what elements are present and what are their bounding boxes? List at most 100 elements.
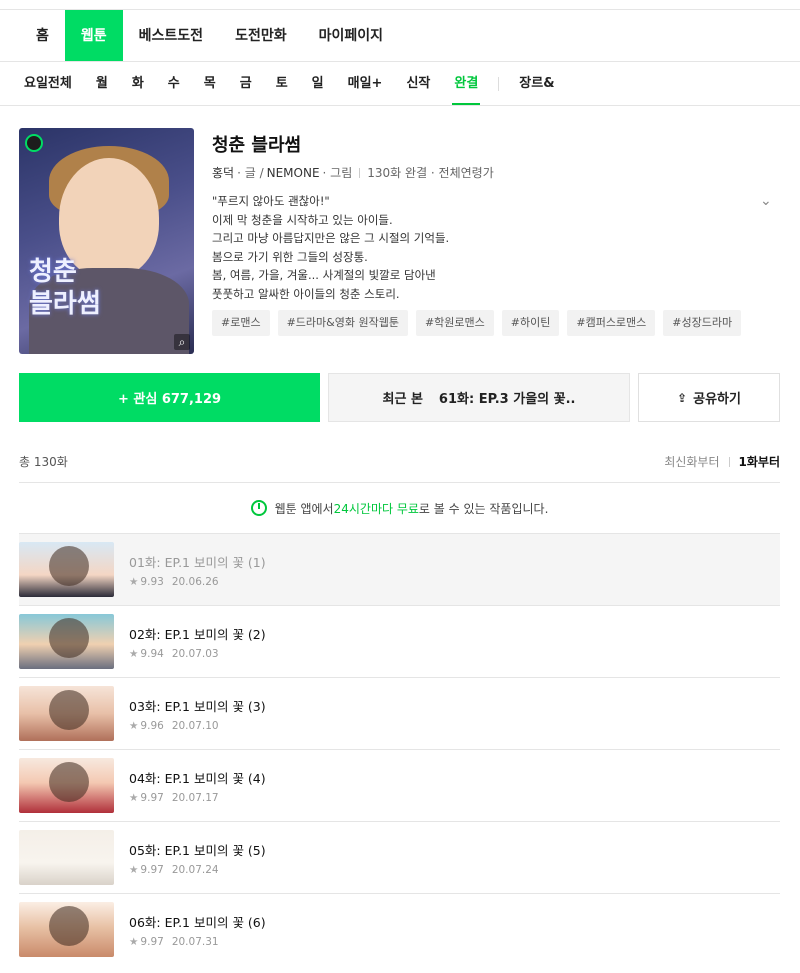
sub-nav-thu[interactable]: 목 — [192, 62, 228, 105]
favorite-button[interactable]: + 관심 677,129 — [19, 373, 320, 422]
tag-list: #로맨스 #드라마&영화 원작웹툰 #학원로맨스 #하이틴 #캠퍼스로맨스 #성… — [212, 310, 742, 336]
main-nav-best-challenge[interactable]: 베스트도전 — [123, 10, 219, 61]
magnifier-icon[interactable]: ⌕ — [174, 334, 190, 350]
artist-role: · 그림 — [322, 166, 353, 180]
sub-nav-genre[interactable]: 장르& — [507, 62, 566, 105]
episode-rating: 9.96 — [140, 719, 164, 732]
chevron-down-icon[interactable]: ⌄ — [760, 194, 774, 208]
author-name[interactable]: 홍덕 — [212, 164, 234, 181]
episode-title: 01화: EP.1 보미의 꽃 (1) — [129, 554, 266, 570]
star-icon: ★ — [129, 647, 139, 660]
free-clock-icon — [25, 134, 43, 152]
synopsis-line: 봄, 여름, 가을, 겨울... 사계절의 빛깔로 담아낸 — [212, 268, 436, 282]
free-notice: 웹툰 앱에서 24시간마다 무료 로 볼 수 있는 작품입니다. — [19, 482, 780, 533]
episode-title: 05화: EP.1 보미의 꽃 (5) — [129, 842, 266, 858]
free-notice-prefix: 웹툰 앱에서 — [274, 501, 334, 516]
recent-episode: 61화: EP.3 가을의 꽃.. — [438, 392, 576, 407]
main-nav: 홈 웹툰 베스트도전 도전만화 마이페이지 — [0, 10, 800, 62]
tag[interactable]: #로맨스 — [212, 310, 270, 336]
episode-thumbnail — [19, 614, 114, 669]
episode-title: 03화: EP.1 보미의 꽃 (3) — [129, 698, 266, 714]
episode-thumbnail — [19, 542, 114, 597]
main-nav-webtoon[interactable]: 웹툰 — [64, 10, 123, 61]
episode-title: 04화: EP.1 보미의 꽃 (4) — [129, 770, 266, 786]
star-icon: ★ — [129, 719, 139, 732]
episode-row[interactable]: 01화: EP.1 보미의 꽃 (1) ★ 9.93 20.06.26 — [19, 533, 780, 605]
sort-newest[interactable]: 최신화부터 — [664, 453, 719, 470]
star-icon: ★ — [129, 863, 139, 876]
episode-date: 20.07.31 — [171, 935, 219, 948]
clock-icon — [250, 500, 267, 516]
episode-row[interactable]: 04화: EP.1 보미의 꽃 (4) ★ 9.97 20.07.17 — [19, 749, 780, 821]
episode-list: 01화: EP.1 보미의 꽃 (1) ★ 9.93 20.06.26 02화: E… — [19, 533, 780, 965]
sub-nav-sat[interactable]: 토 — [264, 62, 300, 105]
main-nav-home[interactable]: 홈 — [20, 10, 65, 61]
episode-count-row: 총 130화 최신화부터 1화부터 — [19, 453, 780, 470]
episode-date: 20.07.03 — [171, 647, 219, 660]
sub-nav-daily-plus[interactable]: 매일+ — [336, 62, 395, 105]
episode-date: 20.07.17 — [171, 791, 219, 804]
meta-divider — [359, 167, 361, 178]
artist-name[interactable]: NEMONE — [267, 166, 320, 180]
episode-rating: 9.93 — [140, 575, 164, 588]
webtoon-cover[interactable]: 청춘 블라썸 ⌕ — [19, 128, 194, 354]
episode-date: 20.07.24 — [171, 863, 219, 876]
star-icon: ★ — [129, 575, 139, 588]
episode-row[interactable]: 02화: EP.1 보미의 꽃 (2) ★ 9.94 20.07.03 — [19, 605, 780, 677]
sort-divider — [728, 456, 730, 467]
sort-options: 최신화부터 1화부터 — [664, 453, 780, 470]
synopsis-line: 이제 막 청춘을 시작하고 있는 아이들. — [212, 212, 393, 227]
main-nav-challenge[interactable]: 도전만화 — [219, 10, 303, 61]
top-border — [0, 0, 800, 10]
share-icon: ⇪ — [677, 390, 688, 405]
episode-date: 20.06.26 — [171, 575, 219, 588]
recent-viewed-button[interactable]: 최근 본 61화: EP.3 가을의 꽃.. — [328, 373, 630, 422]
episode-rating: 9.94 — [140, 647, 164, 660]
tag[interactable]: #캠퍼스로맨스 — [567, 310, 656, 336]
episode-thumbnail — [19, 686, 114, 741]
episode-title: 02화: EP.1 보미의 꽃 (2) — [129, 626, 266, 642]
sub-nav-completed[interactable]: 완결 — [442, 62, 490, 105]
episode-title: 06화: EP.1 보미의 꽃 (6) — [129, 914, 266, 930]
episode-rating: 9.97 — [140, 791, 164, 804]
sub-nav-new[interactable]: 신작 — [394, 62, 442, 105]
author-role: · 글 / — [237, 166, 264, 180]
tag[interactable]: #학원로맨스 — [415, 310, 494, 336]
episode-rating: 9.97 — [140, 935, 164, 948]
episode-row[interactable]: 03화: EP.1 보미의 꽃 (3) ★ 9.96 20.07.10 — [19, 677, 780, 749]
action-bar: + 관심 677,129 최근 본 61화: EP.3 가을의 꽃.. ⇪ 공유… — [19, 373, 780, 422]
tag[interactable]: #드라마&영화 원작웹툰 — [277, 310, 408, 336]
sub-nav-divider — [498, 77, 500, 91]
sub-nav-mon[interactable]: 월 — [84, 62, 120, 105]
tag[interactable]: #하이틴 — [501, 310, 560, 336]
episode-date: 20.07.10 — [171, 719, 219, 732]
tag[interactable]: #성장드라마 — [663, 310, 742, 336]
synopsis-line: "푸르지 않아도 괜찮아!" — [212, 194, 330, 208]
sub-nav: 요일전체 월 화 수 목 금 토 일 매일+ 신작 완결 장르& — [0, 62, 800, 106]
cover-title-art: 청춘 블라썸 — [29, 257, 101, 319]
episode-thumbnail — [19, 902, 114, 957]
main-nav-mypage[interactable]: 마이페이지 — [303, 10, 399, 61]
star-icon: ★ — [129, 935, 139, 948]
episode-row[interactable]: 05화: EP.1 보미의 꽃 (5) ★ 9.97 20.07.24 — [19, 821, 780, 893]
episode-thumbnail — [19, 830, 114, 885]
sub-nav-wed[interactable]: 수 — [156, 62, 192, 105]
synopsis: "푸르지 않아도 괜찮아!" 이제 막 청춘을 시작하고 있는 아이들. 그리고… — [212, 192, 732, 303]
recent-label: 최근 본 — [382, 392, 423, 407]
sub-nav-fri[interactable]: 금 — [228, 62, 264, 105]
star-icon: ★ — [129, 791, 139, 804]
sub-nav-all-days[interactable]: 요일전체 — [12, 62, 84, 105]
sub-nav-sun[interactable]: 일 — [300, 62, 336, 105]
share-button[interactable]: ⇪ 공유하기 — [638, 373, 780, 422]
episode-rating: 9.97 — [140, 863, 164, 876]
free-notice-suffix: 로 볼 수 있는 작품입니다. — [418, 501, 549, 516]
sub-nav-tue[interactable]: 화 — [120, 62, 156, 105]
episode-thumbnail — [19, 758, 114, 813]
synopsis-line: 그리고 마냥 아름답지만은 않은 그 시절의 기억들. — [212, 231, 450, 245]
episode-row[interactable]: 06화: EP.1 보미의 꽃 (6) ★ 9.97 20.07.31 — [19, 893, 780, 965]
episode-total: 총 130화 — [19, 455, 68, 469]
webtoon-title: 청춘 블라썸 — [212, 135, 302, 156]
synopsis-line: 봄으로 가기 위한 그들의 성장통. — [212, 249, 368, 264]
webtoon-status: 130화 완결 · 전체연령가 — [367, 166, 494, 180]
sort-first[interactable]: 1화부터 — [739, 453, 780, 470]
